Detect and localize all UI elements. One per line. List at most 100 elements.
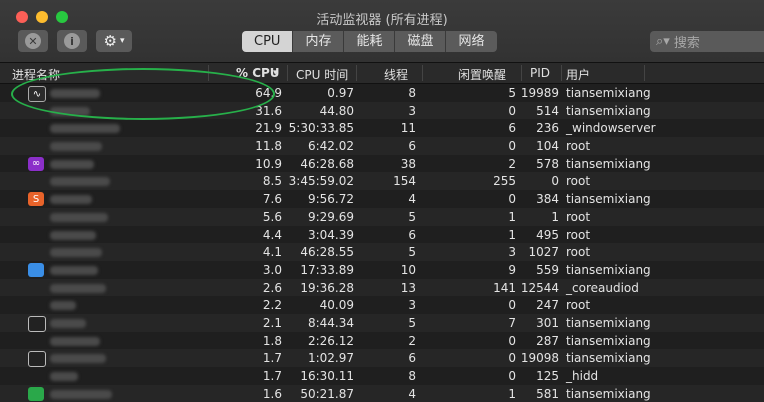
process-name-redacted bbox=[50, 248, 102, 258]
table-row[interactable]: ∿ 64.9 0.97 8 5 19989 tiansemixiang bbox=[0, 84, 764, 102]
user: root bbox=[566, 209, 591, 224]
col-user[interactable]: 用户 bbox=[566, 66, 590, 83]
cpu-time: 9:29.69 bbox=[307, 209, 354, 224]
process-name-redacted bbox=[50, 301, 76, 311]
thread-count: 6 bbox=[408, 227, 416, 242]
idle-wake-count: 255 bbox=[493, 174, 516, 189]
idle-wake-count: 0 bbox=[508, 351, 516, 366]
thread-count: 11 bbox=[400, 121, 416, 136]
process-name-redacted bbox=[50, 142, 102, 152]
col-divider bbox=[208, 65, 209, 81]
cpu-percent: 1.8 bbox=[262, 333, 282, 348]
pid: 581 bbox=[536, 386, 559, 401]
cpu-time: 44.80 bbox=[319, 103, 354, 118]
cpu-time: 50:21.87 bbox=[300, 386, 354, 401]
idle-wake-count: 3 bbox=[508, 245, 516, 260]
activity-monitor-window: 活动监视器 (所有进程) ✕ i ⚙ ▾ CPU 内存 能耗 磁盘 网络 ⌕▾ … bbox=[0, 0, 764, 402]
table-row[interactable]: ∞ 10.9 46:28.68 38 2 578 tiansemixiang bbox=[0, 155, 764, 173]
col-process-name[interactable]: 进程名称 bbox=[12, 66, 60, 83]
table-row[interactable]: 31.6 44.80 3 0 514 tiansemixiang bbox=[0, 101, 764, 120]
cpu-time: 1:02.97 bbox=[307, 351, 354, 366]
process-name-redacted bbox=[50, 195, 92, 205]
table-row[interactable]: 1.6 50:21.87 4 1 581 tiansemixiang bbox=[0, 384, 764, 402]
thread-count: 3 bbox=[408, 298, 416, 313]
process-name-redacted bbox=[50, 124, 120, 134]
table-row[interactable]: 2.1 8:44.34 5 7 301 tiansemixiang bbox=[0, 313, 764, 332]
tab-energy[interactable]: 能耗 bbox=[344, 31, 396, 52]
user: _windowserver bbox=[566, 121, 656, 136]
pid: 0 bbox=[551, 174, 559, 189]
tab-disk[interactable]: 磁盘 bbox=[395, 31, 447, 52]
cpu-percent: 1.6 bbox=[262, 386, 282, 401]
search-placeholder: 搜索 bbox=[673, 36, 700, 51]
process-name-redacted bbox=[50, 212, 108, 222]
table-row[interactable]: 2.6 19:36.28 13 141 12544 _coreaudiod bbox=[0, 278, 764, 297]
cpu-time: 5:30:33.85 bbox=[288, 121, 354, 136]
cpu-time: 9:56.72 bbox=[307, 192, 354, 207]
user: _coreaudiod bbox=[566, 280, 639, 295]
pid: 559 bbox=[536, 262, 559, 277]
col-pid[interactable]: PID bbox=[530, 66, 550, 80]
table-row[interactable]: 8.5 3:45:59.02 154 255 0 root bbox=[0, 172, 764, 191]
idle-wake-count: 7 bbox=[508, 315, 516, 330]
user: tiansemixiang bbox=[566, 351, 651, 366]
pid: 495 bbox=[536, 227, 559, 242]
table-row[interactable]: 5.6 9:29.69 5 1 1 root bbox=[0, 207, 764, 226]
pid: 384 bbox=[536, 192, 559, 207]
inspect-process-button[interactable]: i bbox=[57, 30, 87, 52]
thread-count: 13 bbox=[400, 280, 416, 295]
search-input[interactable]: ⌕▾ 搜索 bbox=[650, 31, 764, 52]
table-row[interactable]: 3.0 17:33.89 10 9 559 tiansemixiang bbox=[0, 261, 764, 279]
table-row[interactable]: 1.8 2:26.12 2 0 287 tiansemixiang bbox=[0, 332, 764, 350]
table-row[interactable]: 21.9 5:30:33.85 11 6 236 _windowserver bbox=[0, 119, 764, 137]
col-threads[interactable]: 线程 bbox=[384, 66, 408, 83]
col-divider bbox=[521, 65, 522, 81]
table-row[interactable]: 2.2 40.09 3 0 247 root bbox=[0, 296, 764, 314]
tab-memory[interactable]: 内存 bbox=[293, 31, 345, 52]
user: root bbox=[566, 245, 591, 260]
col-divider bbox=[644, 65, 645, 81]
user: tiansemixiang bbox=[566, 315, 651, 330]
cpu-time: 16:30.11 bbox=[300, 369, 354, 383]
cpu-percent: 11.8 bbox=[255, 139, 282, 154]
idle-wake-count: 1 bbox=[508, 227, 516, 242]
process-list: ∿ 64.9 0.97 8 5 19989 tiansemixiang 31.6 44.80 3 0… bbox=[0, 84, 764, 402]
table-row[interactable]: 1.7 16:30.11 8 0 125 _hidd bbox=[0, 367, 764, 385]
col-cpu-time[interactable]: CPU 时间 bbox=[296, 66, 348, 83]
cpu-time: 40.09 bbox=[319, 298, 354, 313]
action-menu-button[interactable]: ⚙ ▾ bbox=[96, 30, 132, 52]
cpu-percent: 1.7 bbox=[262, 369, 282, 383]
cpu-percent: 2.2 bbox=[262, 298, 282, 313]
user: root bbox=[566, 139, 591, 154]
table-row[interactable]: 4.4 3:04.39 6 1 495 root bbox=[0, 226, 764, 244]
thread-count: 3 bbox=[408, 103, 416, 118]
search-icon: ⌕▾ bbox=[656, 34, 670, 49]
cpu-time: 46:28.55 bbox=[300, 245, 354, 260]
tab-network[interactable]: 网络 bbox=[446, 31, 497, 52]
thread-count: 8 bbox=[408, 86, 416, 100]
col-divider bbox=[561, 65, 562, 81]
table-row[interactable]: 4.1 46:28.55 5 3 1027 root bbox=[0, 243, 764, 261]
user: root bbox=[566, 298, 591, 313]
column-header: 进程名称 % CPU ▾ CPU 时间 线程 闲置唤醒 PID 用户 bbox=[0, 63, 764, 84]
user: tiansemixiang bbox=[566, 333, 651, 348]
pid: 125 bbox=[536, 369, 559, 383]
user: tiansemixiang bbox=[566, 103, 651, 118]
window-title: 活动监视器 (所有进程) bbox=[316, 13, 448, 28]
idle-wake-count: 1 bbox=[508, 209, 516, 224]
tab-cpu[interactable]: CPU bbox=[242, 31, 294, 52]
table-row[interactable]: 1.7 1:02.97 6 0 19098 tiansemixiang bbox=[0, 349, 764, 368]
col-idle-wake[interactable]: 闲置唤醒 bbox=[458, 66, 506, 83]
stop-process-button[interactable]: ✕ bbox=[18, 30, 48, 52]
col-divider bbox=[422, 65, 423, 81]
table-row[interactable]: S 7.6 9:56.72 4 0 384 tiansemixiang bbox=[0, 190, 764, 208]
idle-wake-count: 2 bbox=[508, 156, 516, 171]
idle-wake-count: 0 bbox=[508, 333, 516, 348]
table-row[interactable]: 11.8 6:42.02 6 0 104 root bbox=[0, 137, 764, 155]
cpu-percent: 10.9 bbox=[255, 156, 282, 171]
process-name-redacted bbox=[50, 389, 112, 399]
idle-wake-count: 1 bbox=[508, 386, 516, 401]
thread-count: 4 bbox=[408, 386, 416, 401]
thread-count: 2 bbox=[408, 333, 416, 348]
idle-wake-count: 0 bbox=[508, 103, 516, 118]
